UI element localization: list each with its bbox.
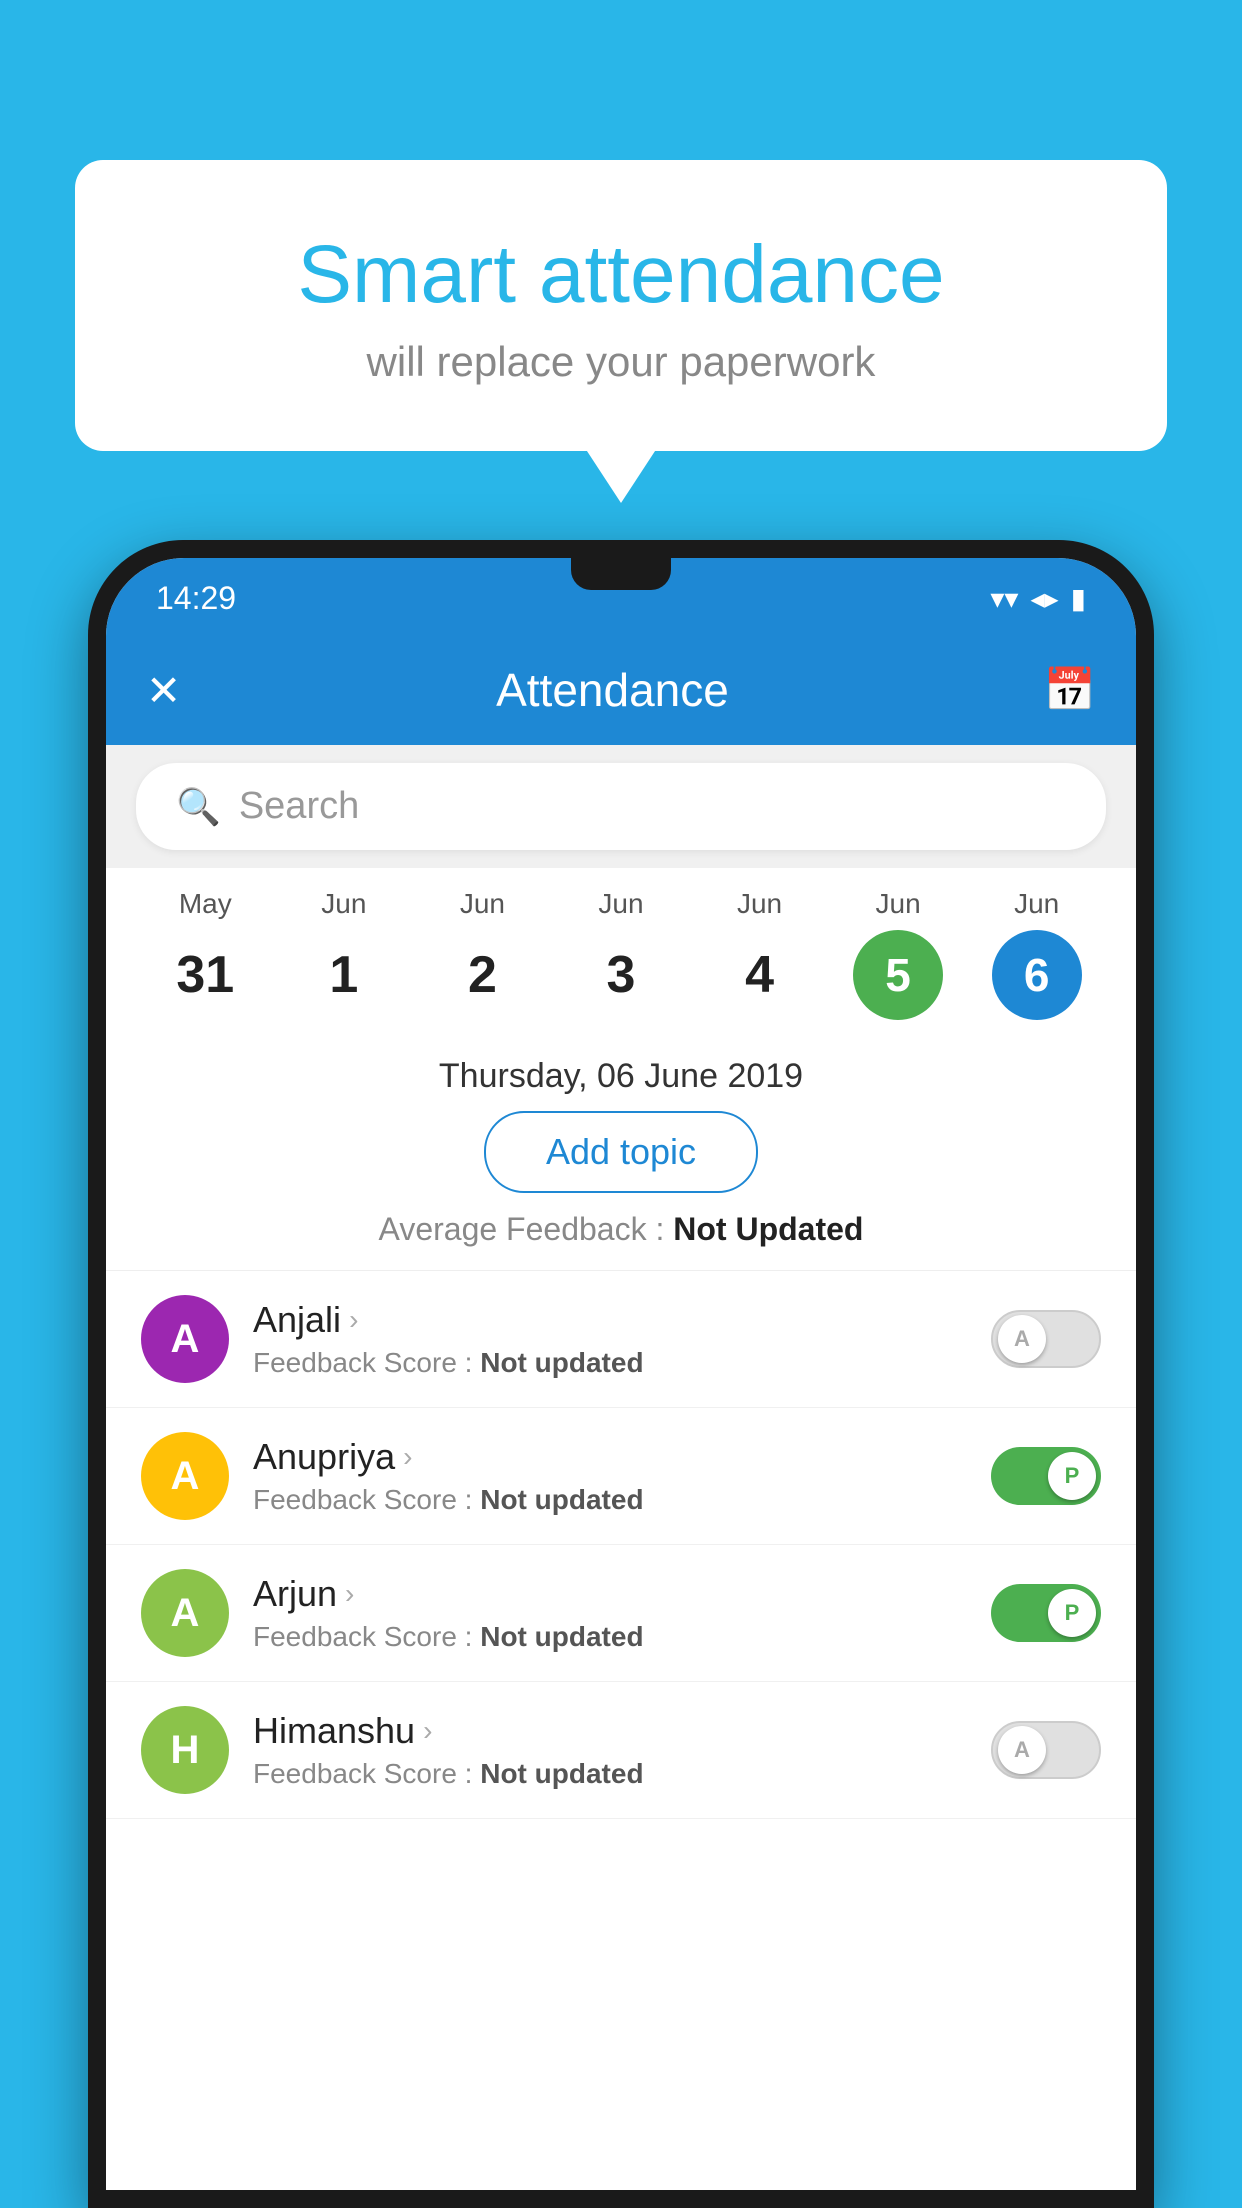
phone-notch: [571, 558, 671, 590]
background: Smart attendance will replace your paper…: [0, 0, 1242, 2208]
toggle-knob-1: P: [1048, 1452, 1096, 1500]
app-bar-title: Attendance: [496, 663, 729, 717]
student-feedback-1: Feedback Score : Not updated: [253, 1484, 967, 1516]
calendar-date-4: 4: [715, 930, 805, 1020]
calendar-day-4[interactable]: Jun 4: [715, 888, 805, 1020]
student-info-1: Anupriya › Feedback Score : Not updated: [253, 1436, 967, 1516]
avg-feedback-value: Not Updated: [673, 1211, 863, 1247]
student-name-2: Arjun ›: [253, 1573, 967, 1615]
speech-bubble: Smart attendance will replace your paper…: [75, 160, 1167, 451]
student-info-0: Anjali › Feedback Score : Not updated: [253, 1299, 967, 1379]
wifi-icon: ▾▾: [990, 582, 1018, 615]
attendance-toggle-1[interactable]: P: [991, 1447, 1101, 1505]
calendar-day-2[interactable]: Jun 2: [437, 888, 527, 1020]
phone-screen: 14:29 ▾▾ ◂▸ ▮ ✕ Attendance 📅 🔍 Search: [106, 558, 1136, 2190]
student-chevron-3: ›: [423, 1715, 432, 1747]
student-feedback-2: Feedback Score : Not updated: [253, 1621, 967, 1653]
student-item-3[interactable]: H Himanshu › Feedback Score : Not updated A: [106, 1682, 1136, 1819]
calendar-date-3: 3: [576, 930, 666, 1020]
student-item-2[interactable]: A Arjun › Feedback Score : Not updated P: [106, 1545, 1136, 1682]
add-topic-button[interactable]: Add topic: [484, 1111, 758, 1193]
student-item-1[interactable]: A Anupriya › Feedback Score : Not updated P: [106, 1408, 1136, 1545]
toggle-knob-0: A: [998, 1315, 1046, 1363]
student-item-0[interactable]: A Anjali › Feedback Score : Not updated A: [106, 1271, 1136, 1408]
search-bar[interactable]: 🔍 Search: [136, 763, 1106, 850]
student-name-3: Himanshu ›: [253, 1710, 967, 1752]
calendar-month-4: Jun: [737, 888, 782, 920]
calendar-month-0: May: [179, 888, 232, 920]
calendar-day-1[interactable]: Jun 1: [299, 888, 389, 1020]
calendar-day-6[interactable]: Jun 6: [992, 888, 1082, 1020]
calendar-date-1: 1: [299, 930, 389, 1020]
calendar-month-5: Jun: [876, 888, 921, 920]
avg-feedback: Average Feedback : Not Updated: [106, 1211, 1136, 1270]
student-chevron-2: ›: [345, 1578, 354, 1610]
student-feedback-3: Feedback Score : Not updated: [253, 1758, 967, 1790]
calendar-date-5: 5: [853, 930, 943, 1020]
status-time: 14:29: [156, 580, 236, 617]
toggle-container-3[interactable]: A: [991, 1721, 1101, 1779]
close-icon[interactable]: ✕: [146, 666, 181, 715]
student-avatar-1: A: [141, 1432, 229, 1520]
student-name-1: Anupriya ›: [253, 1436, 967, 1478]
calendar-month-3: Jun: [598, 888, 643, 920]
status-icons: ▾▾ ◂▸ ▮: [990, 582, 1086, 615]
student-feedback-0: Feedback Score : Not updated: [253, 1347, 967, 1379]
student-chevron-0: ›: [349, 1304, 358, 1336]
student-name-0: Anjali ›: [253, 1299, 967, 1341]
calendar-date-0: 31: [160, 930, 250, 1020]
student-avatar-0: A: [141, 1295, 229, 1383]
bubble-title: Smart attendance: [135, 230, 1107, 320]
selected-date-label: Thursday, 06 June 2019: [106, 1035, 1136, 1111]
search-placeholder: Search: [239, 785, 359, 828]
bubble-subtitle: will replace your paperwork: [135, 338, 1107, 386]
calendar-day-0[interactable]: May 31: [160, 888, 250, 1020]
phone-frame: 14:29 ▾▾ ◂▸ ▮ ✕ Attendance 📅 🔍 Search: [88, 540, 1154, 2208]
calendar-icon[interactable]: 📅: [1044, 666, 1096, 715]
content-area: Thursday, 06 June 2019 Add topic Average…: [106, 1035, 1136, 2190]
student-info-2: Arjun › Feedback Score : Not updated: [253, 1573, 967, 1653]
student-avatar-3: H: [141, 1706, 229, 1794]
calendar-month-6: Jun: [1014, 888, 1059, 920]
student-chevron-1: ›: [403, 1441, 412, 1473]
attendance-toggle-3[interactable]: A: [991, 1721, 1101, 1779]
toggle-knob-2: P: [1048, 1589, 1096, 1637]
toggle-container-0[interactable]: A: [991, 1310, 1101, 1368]
search-icon: 🔍: [176, 786, 221, 828]
calendar-date-2: 2: [437, 930, 527, 1020]
toggle-container-2[interactable]: P: [991, 1584, 1101, 1642]
calendar-day-5[interactable]: Jun 5: [853, 888, 943, 1020]
attendance-toggle-0[interactable]: A: [991, 1310, 1101, 1368]
avg-feedback-label: Average Feedback :: [379, 1211, 674, 1247]
app-bar: ✕ Attendance 📅: [106, 635, 1136, 745]
student-list: AAnjali ›Feedback Score : Not updatedAAA…: [106, 1270, 1136, 1819]
search-bar-container: 🔍 Search: [106, 745, 1136, 868]
calendar-strip: May 31 Jun 1 Jun 2 Jun 3 Jun 4 Jun 5 Jun 6: [106, 868, 1136, 1035]
toggle-container-1[interactable]: P: [991, 1447, 1101, 1505]
student-avatar-2: A: [141, 1569, 229, 1657]
attendance-toggle-2[interactable]: P: [991, 1584, 1101, 1642]
battery-icon: ▮: [1071, 582, 1086, 615]
calendar-date-6: 6: [992, 930, 1082, 1020]
calendar-month-2: Jun: [460, 888, 505, 920]
calendar-month-1: Jun: [321, 888, 366, 920]
speech-bubble-container: Smart attendance will replace your paper…: [75, 160, 1167, 451]
calendar-day-3[interactable]: Jun 3: [576, 888, 666, 1020]
toggle-knob-3: A: [998, 1726, 1046, 1774]
student-info-3: Himanshu › Feedback Score : Not updated: [253, 1710, 967, 1790]
signal-icon: ◂▸: [1030, 582, 1058, 615]
